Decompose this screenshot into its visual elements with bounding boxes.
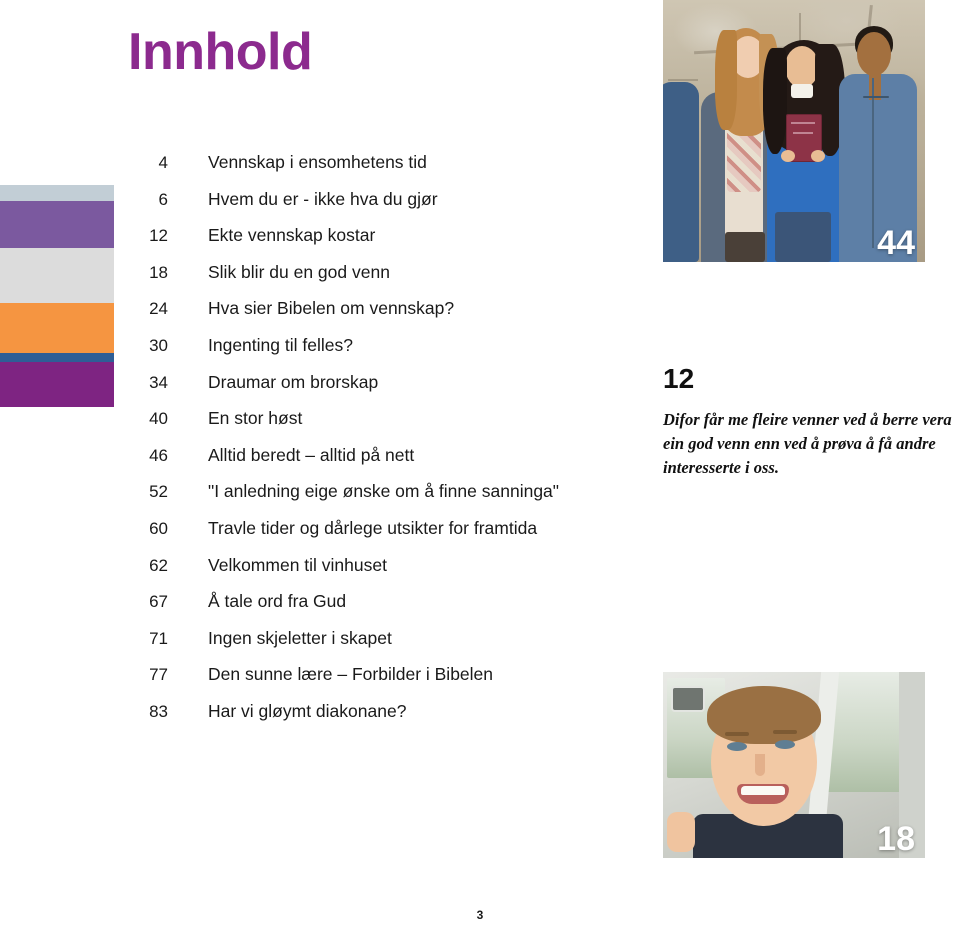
toc-entry-page-number: 24 [149,299,168,319]
toc-entry[interactable]: 40 En stor høst [0,408,620,445]
toc-entry-title: Den sunne lære – Forbilder i Bibelen [208,664,494,685]
car-mirror [671,686,705,712]
toc-entry-page-number: 60 [149,518,168,538]
feature-caption: Difor får me fleire venner ved å berre v… [663,410,952,477]
toc-entry-title: Travle tider og dårlege utsikter for fra… [208,517,538,538]
toc-entry[interactable]: 67 Å tale ord fra Gud [0,591,620,628]
toc-entry-title: Draumar om brorskap [208,371,379,392]
toc-entry-page-number: 46 [149,445,168,465]
toc-entry-title: Hvem du er - ikke hva du gjør [208,188,438,209]
photo-bottom: 18 [663,672,925,858]
toc-entry[interactable]: 12 Ekte vennskap kostar [0,225,620,262]
toc-entry-title: Ingenting til felles? [208,334,353,355]
toc-entry[interactable]: 34 Draumar om brorskap [0,372,620,409]
toc-entry[interactable]: 52 "I anledning eige ønske om å finne sa… [0,481,620,518]
toc-entry[interactable]: 77 Den sunne lære – Forbilder i Bibelen [0,664,620,701]
toc-entry-title: "I anledning eige ønske om å finne sanni… [208,481,559,502]
footer-page-number: 3 [476,908,484,922]
toc-entry-page-number: 83 [149,701,168,721]
toc-entry[interactable]: 62 Velkommen til vinhuset [0,555,620,592]
toc-entry-page-number: 6 [158,189,168,209]
feature-page-number: 12 [663,363,695,394]
toc-entry[interactable]: 83 Har vi gløymt diakonane? [0,701,620,738]
toc-entry-page-number: 30 [149,335,168,355]
toc-entry-page-number: 4 [158,153,168,172]
table-of-contents: 4 Vennskap i ensomhetens tid 6 Hvem du e… [0,152,620,738]
toc-entry-page-number: 34 [149,372,168,392]
photo-top: 44 [663,0,925,262]
toc-entry[interactable]: 46 Alltid beredt – alltid på nett [0,445,620,482]
toc-entry-title: Vennskap i ensomhetens tid [208,152,427,172]
photo-bottom-badge: 18 [877,820,915,858]
toc-entry-title: Hva sier Bibelen om vennskap? [208,298,455,319]
toc-entry-page-number: 12 [149,226,168,246]
toc-entry-page-number: 62 [149,555,168,575]
toc-entry-page-number: 18 [149,262,168,282]
toc-entry-page-number: 71 [149,628,168,648]
toc-entry-title: Ingen skjeletter i skapet [208,627,392,648]
toc-entry[interactable]: 24 Hva sier Bibelen om vennskap? [0,298,620,335]
toc-entry-page-number: 77 [149,665,168,685]
toc-entry[interactable]: 60 Travle tider og dårlege utsikter for … [0,518,620,555]
toc-entry-page-number: 52 [149,482,168,502]
feature-block: 12 Difor får me fleire venner ved å berr… [663,365,960,480]
toc-entry-title: Har vi gløymt diakonane? [208,700,407,721]
photo-top-badge: 44 [877,224,915,262]
wall-crack [668,78,699,81]
toc-entry-page-number: 40 [149,409,168,429]
toc-entry-title: En stor høst [208,408,303,429]
toc-entry[interactable]: 30 Ingenting til felles? [0,335,620,372]
toc-entry-title: Ekte vennskap kostar [208,225,376,246]
toc-entry-title: Alltid beredt – alltid på nett [208,444,415,465]
toc-entry-page-number: 67 [149,592,168,612]
toc-entry-title: Å tale ord fra Gud [208,591,347,612]
toc-entry[interactable]: 4 Vennskap i ensomhetens tid [0,152,620,189]
toc-entry[interactable]: 71 Ingen skjeletter i skapet [0,628,620,665]
toc-entry[interactable]: 6 Hvem du er - ikke hva du gjør [0,189,620,226]
toc-entry-title: Slik blir du en god venn [208,261,390,282]
page-title: Innhold [128,23,313,81]
toc-entry-title: Velkommen til vinhuset [208,554,387,575]
toc-entry[interactable]: 18 Slik blir du en god venn [0,262,620,299]
